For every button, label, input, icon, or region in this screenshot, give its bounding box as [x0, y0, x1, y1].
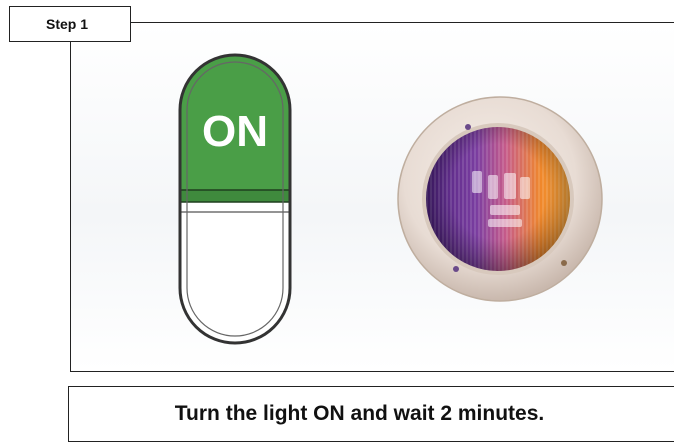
switch-off-segment [180, 202, 290, 343]
pool-light [397, 96, 603, 302]
step-label: Step 1 [9, 6, 131, 42]
switch-on-label: ON [202, 107, 268, 156]
light-switch[interactable]: ON [175, 50, 295, 348]
instruction-text: Turn the light ON and wait 2 minutes. [174, 402, 545, 425]
instruction-box: Turn the light ON and wait 2 minutes. [68, 386, 674, 442]
